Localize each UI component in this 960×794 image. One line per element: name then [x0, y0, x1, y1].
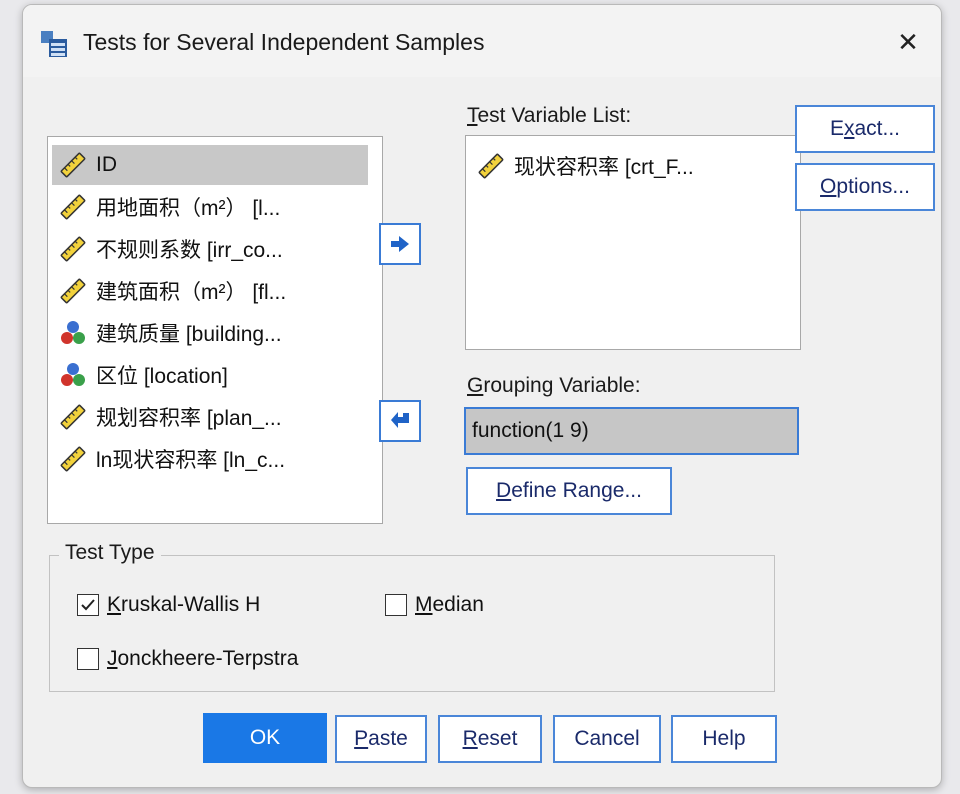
scale-ruler-icon	[60, 446, 86, 472]
scale-ruler-icon	[60, 236, 86, 262]
close-button[interactable]: ✕	[885, 19, 931, 65]
kruskal-wallis-checkbox[interactable]: Kruskal-Wallis H	[77, 593, 260, 617]
paste-button[interactable]: Paste	[335, 715, 427, 763]
title-bar: Tests for Several Independent Samples ✕	[23, 5, 941, 77]
exact-button[interactable]: Ex act...	[795, 105, 935, 153]
scale-ruler-icon	[478, 153, 504, 179]
scale-ruler-icon	[60, 194, 86, 220]
list-item[interactable]: 建筑质量 [building...	[52, 313, 282, 353]
nominal-balls-icon	[61, 321, 85, 344]
test-variable-list[interactable]: 现状容积率 [crt_F...	[465, 135, 801, 350]
variable-label: ID	[96, 153, 117, 176]
median-label: Median	[415, 593, 484, 616]
variable-label: 建筑面积（m²） [fl...	[96, 281, 287, 304]
move-to-test-list-button[interactable]	[379, 223, 421, 265]
variable-label: 区位 [location]	[96, 365, 228, 388]
dialog-window: Tests for Several Independent Samples ✕ …	[22, 4, 942, 788]
list-item[interactable]: ln现状容积率 [ln_c...	[52, 439, 285, 479]
grouping-variable-label: Grouping Variable:	[467, 374, 641, 397]
test-type-legend: Test Type	[59, 541, 161, 565]
grouping-variable-value: function(1 9)	[472, 419, 589, 442]
kruskal-wallis-label: Kruskal-Wallis H	[107, 593, 261, 616]
grouping-variable-field[interactable]: function(1 9)	[464, 407, 799, 455]
list-item[interactable]: 建筑面积（m²） [fl...	[52, 271, 286, 311]
ok-button[interactable]: OK	[203, 713, 327, 763]
checkbox-box	[77, 648, 99, 670]
list-item[interactable]: 规划容积率 [plan_...	[52, 397, 282, 437]
nominal-balls-icon	[61, 363, 85, 386]
list-item[interactable]: 不规则系数 [irr_co...	[52, 229, 283, 269]
spss-app-icon	[41, 31, 67, 57]
checkmark-icon	[81, 599, 95, 611]
help-button[interactable]: Help	[671, 715, 777, 763]
arrow-right-icon	[391, 236, 409, 252]
list-item[interactable]: ID	[52, 145, 368, 185]
test-type-group	[49, 555, 775, 692]
median-checkbox[interactable]: Median	[385, 593, 484, 617]
scale-ruler-icon	[60, 404, 86, 430]
close-icon: ✕	[897, 26, 919, 57]
list-item[interactable]: 区位 [location]	[52, 355, 228, 395]
scale-ruler-icon	[60, 278, 86, 304]
scale-ruler-icon	[60, 152, 86, 178]
variable-label: 规划容积率 [plan_...	[96, 407, 282, 430]
list-item[interactable]: 用地面积（m²） [l...	[52, 187, 280, 227]
jonckheere-terpstra-checkbox[interactable]: Jonckheere-Terpstra	[77, 647, 298, 671]
source-variable-list[interactable]: ID 用地面积（m²） [l... 不规则系数 [irr_co... 建筑面积（…	[47, 136, 383, 524]
jonckheere-terpstra-label: Jonckheere-Terpstra	[107, 647, 299, 670]
list-item[interactable]: 现状容积率 [crt_F...	[470, 146, 694, 186]
window-title: Tests for Several Independent Samples	[83, 29, 485, 55]
variable-label: 不规则系数 [irr_co...	[96, 239, 283, 262]
checkbox-box	[385, 594, 407, 616]
define-range-button[interactable]: Define Range...	[466, 467, 672, 515]
variable-label: ln现状容积率 [ln_c...	[96, 449, 286, 472]
move-to-grouping-button[interactable]	[379, 400, 421, 442]
test-variable-list-label: Test Variable List:	[467, 104, 632, 127]
checkbox-box	[77, 594, 99, 616]
variable-label: 用地面积（m²） [l...	[96, 197, 281, 220]
options-button[interactable]: Options...	[795, 163, 935, 211]
reset-button[interactable]: Reset	[438, 715, 542, 763]
variable-label: 建筑质量 [building...	[96, 323, 282, 346]
arrow-left-icon	[391, 412, 409, 428]
cancel-button[interactable]: Cancel	[553, 715, 661, 763]
variable-label: 现状容积率 [crt_F...	[514, 156, 694, 179]
